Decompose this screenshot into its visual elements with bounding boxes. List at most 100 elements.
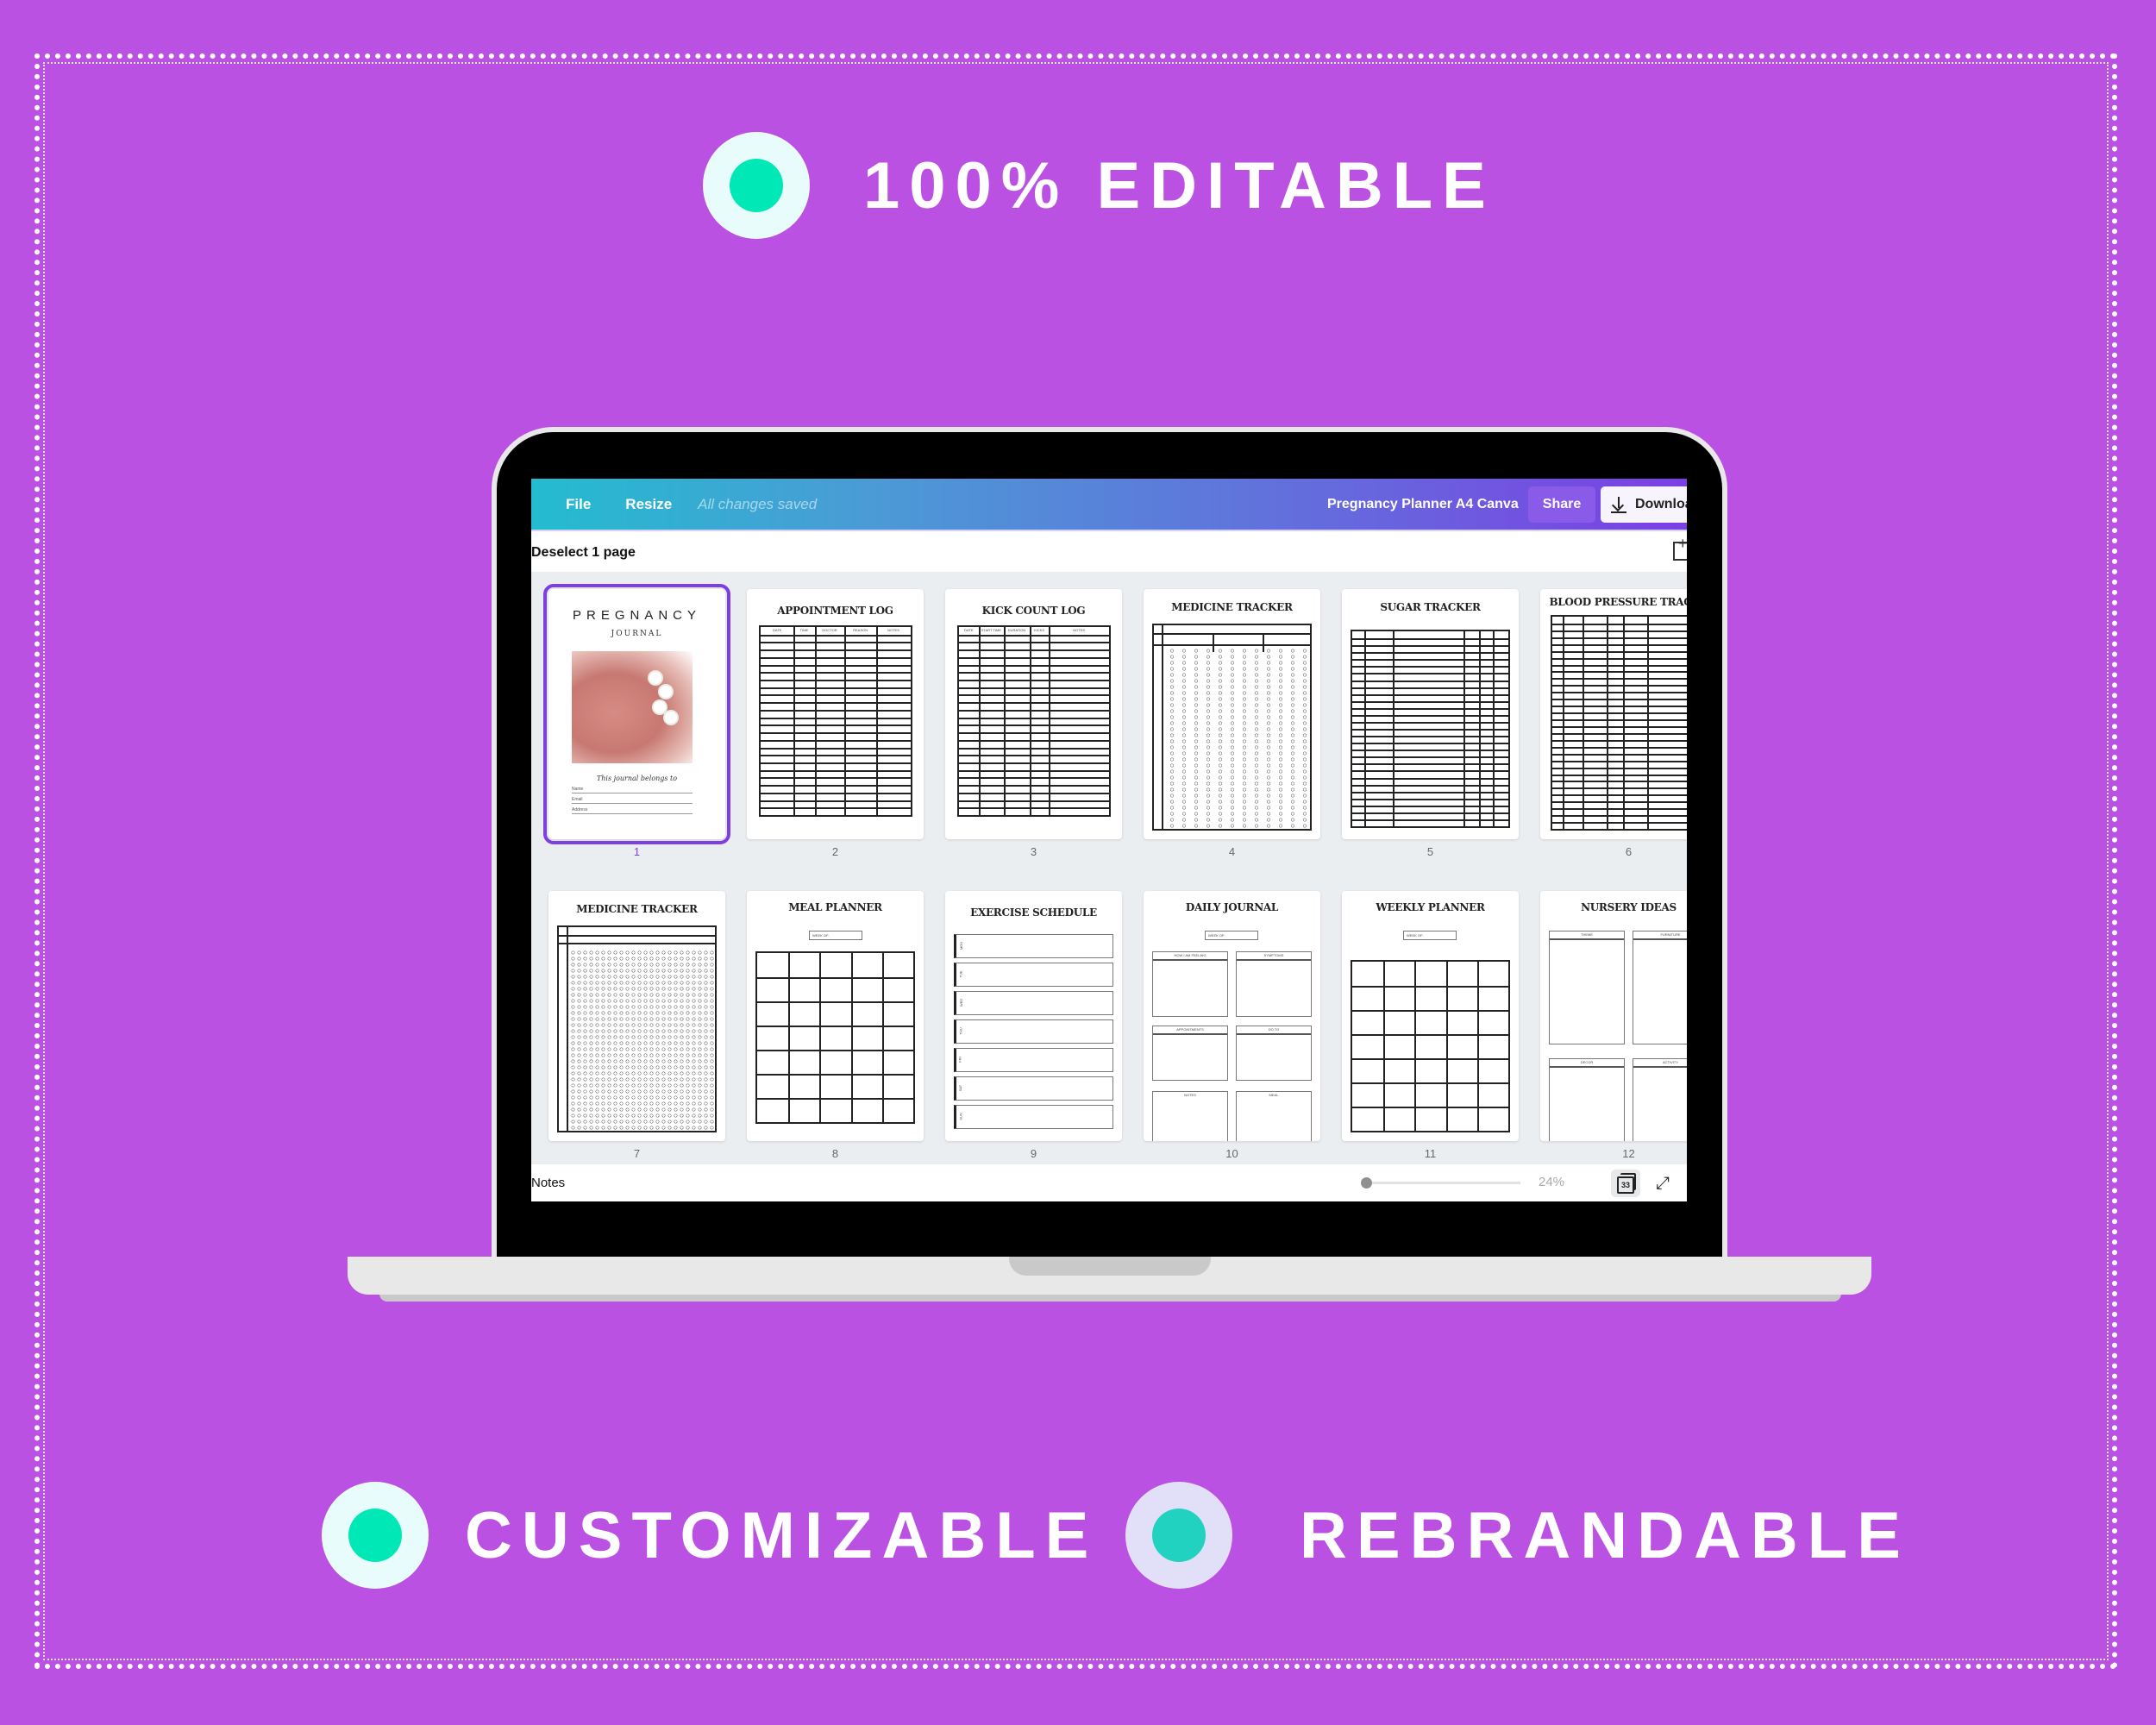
table-row-rule xyxy=(1552,739,1687,742)
table-row-rule xyxy=(761,807,911,810)
week-of-field: WEEK OF: xyxy=(1205,931,1258,940)
table-row-rule xyxy=(761,687,911,689)
table-row-rule xyxy=(959,739,1109,742)
feature-label: REBRANDABLE xyxy=(1300,1498,1910,1572)
table-row-rule xyxy=(1352,1010,1508,1012)
document-title[interactable]: Pregnancy Planner A4 Canva xyxy=(1327,497,1519,512)
table-row-rule xyxy=(959,785,1109,787)
page-title: SUGAR TRACKER xyxy=(1380,601,1481,613)
page-thumbnail-1[interactable]: PREGNANCY JOURNAL This journal belongs t… xyxy=(543,584,730,844)
table-row-rule xyxy=(1352,986,1508,988)
table-row-rule xyxy=(1352,680,1508,682)
page-thumbnail-5[interactable]: SUGAR TRACKER xyxy=(1342,589,1519,839)
nursery-section: THEME xyxy=(1549,931,1625,1044)
page-title: MEDICINE TRACKER xyxy=(576,903,698,915)
exercise-day-row: FRI xyxy=(954,1048,1113,1072)
page-number-7: 7 xyxy=(633,1147,641,1160)
fullscreen-icon[interactable]: ⤢ xyxy=(1656,1174,1670,1194)
medicine-table xyxy=(1152,624,1312,831)
page-number-8: 8 xyxy=(831,1147,839,1160)
table-column-rule xyxy=(875,627,878,815)
zoom-slider-handle[interactable] xyxy=(1361,1177,1372,1189)
page-title: EXERCISE SCHEDULE xyxy=(970,906,1097,919)
table-row-rule xyxy=(1352,819,1508,821)
file-menu[interactable]: File xyxy=(566,496,591,513)
exercise-day-row: SUN xyxy=(954,1105,1113,1129)
table-row-rule xyxy=(761,755,911,757)
table-row-rule xyxy=(1352,666,1508,668)
table-row-rule xyxy=(1552,637,1687,639)
table-row-rule xyxy=(1352,784,1508,787)
resize-button[interactable]: Resize xyxy=(625,496,672,513)
page-thumbnail-8[interactable]: MEAL PLANNER WEEK OF: xyxy=(747,891,924,1141)
page-thumbnail-4[interactable]: MEDICINE TRACKER xyxy=(1144,589,1320,839)
table-row-rule xyxy=(1352,812,1508,814)
page-thumbnail-2[interactable]: APPOINTMENT LOG DATE TIME DOCTOR REASON NOTE… xyxy=(747,589,924,839)
table-row-rule xyxy=(1352,777,1508,780)
page-number-11: 11 xyxy=(1424,1147,1437,1160)
exercise-day-row: WED xyxy=(954,991,1113,1015)
table-row-rule xyxy=(1552,685,1687,687)
table-row-rule xyxy=(959,762,1109,764)
bottom-bar: Notes 24% 33 ⤢ xyxy=(531,1164,1687,1201)
zoom-slider[interactable] xyxy=(1361,1177,1520,1189)
download-button[interactable]: Downloa xyxy=(1601,486,1687,523)
cover-field-name: Name xyxy=(572,787,693,794)
table-row-rule xyxy=(761,702,911,705)
feature-badge-rebrandable: REBRANDABLE xyxy=(1125,1482,1910,1589)
cover-field-address: Address xyxy=(572,807,693,814)
exercise-day-row: TUE xyxy=(954,963,1113,987)
download-icon xyxy=(1611,496,1626,513)
table-row-rule xyxy=(1552,808,1687,811)
app-header: File Resize All changes saved Pregnancy … xyxy=(531,479,1687,530)
cover-field-email: Email xyxy=(572,797,693,804)
table-column-rule xyxy=(1583,617,1585,829)
page-thumbnail-10[interactable]: DAILY JOURNAL WEEK OF: HOW I AM FEELING … xyxy=(1144,891,1320,1141)
table-row-rule xyxy=(959,800,1109,802)
table-row-rule xyxy=(761,694,911,697)
share-button[interactable]: Share xyxy=(1528,486,1595,523)
laptop-notch xyxy=(1009,1257,1211,1276)
deselect-page-button[interactable]: Deselect 1 page xyxy=(531,545,636,561)
journal-section: SYMPTOMS xyxy=(1236,951,1312,1017)
table-row-rule xyxy=(1552,678,1687,681)
page-number-12: 12 xyxy=(1622,1147,1635,1160)
table-row-rule xyxy=(1552,746,1687,749)
page-thumbnail-6[interactable]: BLOOD PRESSURE TRACKE xyxy=(1540,589,1687,839)
zoom-level[interactable]: 24% xyxy=(1539,1175,1564,1189)
notes-button[interactable]: Notes xyxy=(531,1176,565,1190)
table-row-rule xyxy=(1352,743,1508,745)
page-count-button[interactable]: 33 xyxy=(1611,1170,1640,1197)
page-thumbnail-9[interactable]: EXERCISE SCHEDULE MON TUE WED THU FRI SAT SUN xyxy=(945,891,1122,1141)
page-thumbnail-3[interactable]: KICK COUNT LOG DATE START TIME DURATION KIC… xyxy=(945,589,1122,839)
add-page-icon[interactable] xyxy=(1673,535,1687,561)
canva-editor: File Resize All changes saved Pregnancy … xyxy=(531,479,1687,1201)
page-thumbnail-11[interactable]: WEEKLY PLANNER WEEK OF: xyxy=(1342,891,1519,1141)
bullet-ring-icon xyxy=(703,132,810,239)
table-row-rule xyxy=(761,732,911,735)
table-row-rule xyxy=(757,1050,913,1051)
table-row-rule xyxy=(761,680,911,682)
table-row-rule xyxy=(1552,719,1687,722)
selection-toolbar: Deselect 1 page xyxy=(531,530,1687,574)
table-row-rule xyxy=(761,777,911,780)
table-row-rule xyxy=(1352,700,1508,703)
table-row-rule xyxy=(1552,699,1687,701)
page-number-9: 9 xyxy=(1030,1147,1037,1160)
table-row-rule xyxy=(761,762,911,764)
table-row-rule xyxy=(761,724,911,727)
cover-photo xyxy=(572,651,693,763)
page-title: APPOINTMENT LOG xyxy=(777,605,893,617)
table-column-rule xyxy=(1029,627,1031,815)
column-header: REASON xyxy=(853,628,868,632)
table-row-rule xyxy=(959,724,1109,727)
table-row-rule xyxy=(1352,729,1508,731)
table-row-rule xyxy=(1552,767,1687,769)
feature-label: 100% EDITABLE xyxy=(863,148,1495,223)
bp-table xyxy=(1551,615,1687,831)
sugar-table xyxy=(1351,630,1510,828)
table-row-rule xyxy=(1352,756,1508,759)
page-thumbnail-12[interactable]: NURSERY IDEAS THEME FURNITURE DECOR ACTI… xyxy=(1540,891,1687,1141)
table-row-rule xyxy=(761,785,911,787)
page-thumbnail-7[interactable]: MEDICINE TRACKER xyxy=(548,891,725,1141)
